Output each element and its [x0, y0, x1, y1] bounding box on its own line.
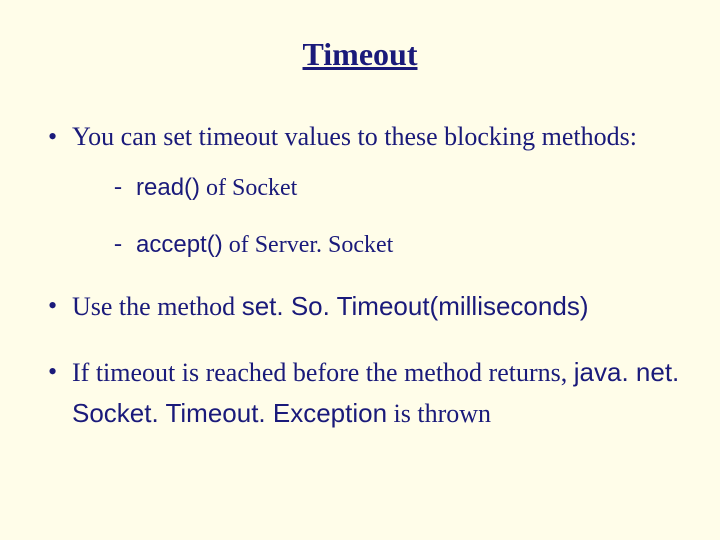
bullet-text: of Server. Socket [223, 232, 394, 258]
bullet-list: You can set timeout values to these bloc… [38, 117, 682, 434]
sub-bullet-item: accept() of Server. Socket [108, 228, 682, 263]
bullet-item: You can set timeout values to these bloc… [42, 117, 682, 262]
sub-bullet-list: read() of Socket accept() of Server. Soc… [72, 171, 682, 262]
bullet-item: Use the method set. So. Timeout(millisec… [42, 286, 682, 327]
code-text: accept() [136, 231, 223, 258]
bullet-text: Use the method [72, 292, 242, 321]
bullet-text: is thrown [387, 399, 491, 428]
bullet-text: of Socket [200, 175, 297, 201]
code-text: read() [136, 174, 200, 201]
bullet-text: You can set timeout values to these bloc… [72, 122, 637, 151]
code-text: set. So. Timeout(milliseconds) [242, 291, 589, 321]
bullet-text: If timeout is reached before the method … [72, 358, 574, 387]
sub-bullet-item: read() of Socket [108, 171, 682, 206]
bullet-item: If timeout is reached before the method … [42, 352, 682, 435]
slide-title: Timeout [38, 36, 682, 73]
